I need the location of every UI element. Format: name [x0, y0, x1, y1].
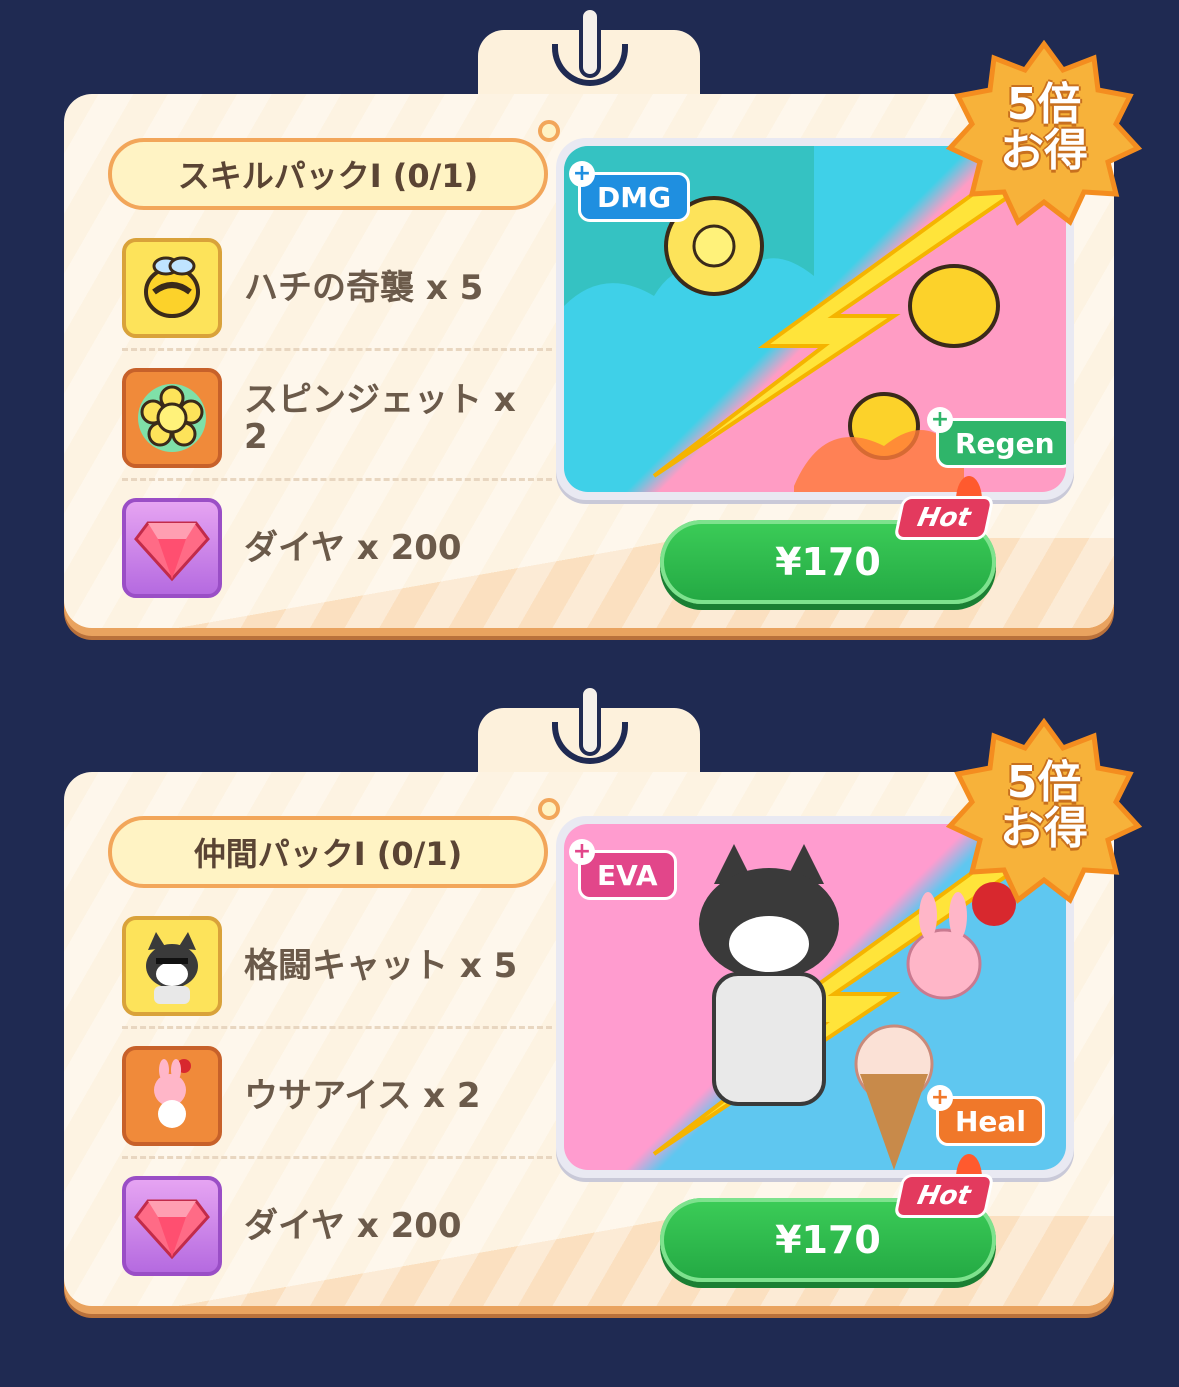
discount-badge-text: 5倍 お得: [1000, 757, 1088, 854]
skill-pack: スキルパックI (0/1) ハチの奇襲 x 5 スピンジェット x 2 ダイヤ …: [0, 0, 1179, 660]
dmg-tag: + DMG: [569, 161, 691, 222]
hot-label: Hot: [893, 1174, 995, 1218]
hanger-pin: [579, 684, 601, 756]
flower-icon: [122, 368, 222, 468]
list-item: ダイヤ x 200: [118, 494, 558, 604]
divider: [122, 1156, 552, 1159]
discount-badge-text: 5倍 お得: [1000, 79, 1088, 176]
list-item: ダイヤ x 200: [118, 1172, 558, 1282]
item-label: ハチの奇襲 x 5: [244, 268, 484, 309]
item-label: ウサアイス x 2: [244, 1076, 481, 1117]
item-label: スピンジェット x 2: [244, 379, 516, 457]
list-item: スピンジェット x 2: [118, 364, 558, 474]
hanger-pin: [579, 6, 601, 78]
pack-title: 仲間パックI (0/1): [108, 816, 548, 888]
bunny-icecream-icon: [122, 1046, 222, 1146]
pack-title: スキルパックI (0/1): [108, 138, 548, 210]
item-label: 格闘キャット x 5: [244, 946, 518, 987]
diamond-icon: [122, 498, 222, 598]
divider: [122, 348, 552, 351]
divider: [122, 478, 552, 481]
list-item: 格闘キャット x 5: [118, 912, 558, 1022]
item-label: ダイヤ x 200: [244, 1206, 462, 1247]
item-label: ダイヤ x 200: [244, 528, 462, 569]
divider: [122, 1026, 552, 1029]
companion-pack: 仲間パックI (0/1) 格闘キャット x 5 ウサアイス x 2 ダイヤ x …: [0, 678, 1179, 1338]
heal-tag: + Heal: [927, 1085, 1045, 1146]
regen-tag: + Regen: [927, 407, 1066, 468]
list-item: ウサアイス x 2: [118, 1042, 558, 1152]
diamond-icon: [122, 1176, 222, 1276]
hot-label: Hot: [893, 496, 995, 540]
eva-tag: + EVA: [569, 839, 677, 900]
title-bubble-decoration: [538, 798, 560, 820]
bee-icon: [122, 238, 222, 338]
cat-icon: [122, 916, 222, 1016]
list-item: ハチの奇襲 x 5: [118, 234, 558, 344]
title-bubble-decoration: [538, 120, 560, 142]
